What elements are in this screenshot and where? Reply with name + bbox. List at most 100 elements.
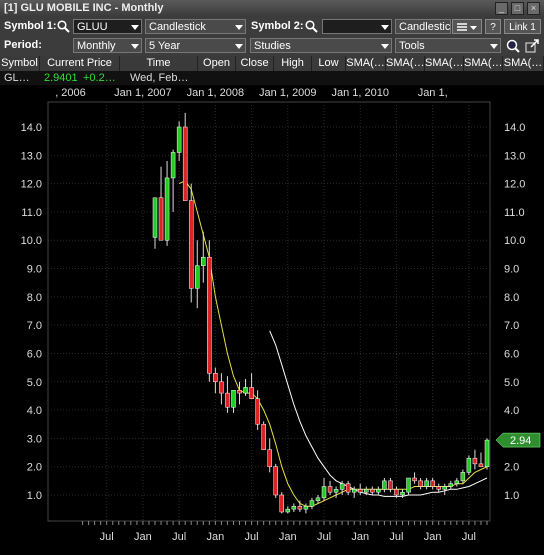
current-price-label: 2.94 <box>510 435 531 447</box>
link-button[interactable]: Link 1 <box>504 19 541 34</box>
top-axis-tick-label: Jan 1, <box>418 87 448 99</box>
candle-body <box>219 381 224 394</box>
maximize-icon[interactable]: □ <box>511 2 524 15</box>
candle-body <box>261 423 266 450</box>
row-time: Wed, Feb… <box>130 72 189 84</box>
candlestick-chart[interactable]: , 2006 Jan 1, 2007 Jan 1, 2008 Jan 1, 2009 J… <box>0 86 544 552</box>
tools-select[interactable]: Tools <box>395 38 501 53</box>
candle-body <box>454 480 460 484</box>
chart-type-select[interactable]: Candlestick <box>145 19 246 34</box>
column-header[interactable]: Open <box>198 56 236 71</box>
candle-body <box>472 457 478 465</box>
y-axis-tick-label-right: 4.0 <box>504 405 519 417</box>
candle-body <box>370 489 375 493</box>
chart-style-button[interactable] <box>452 19 482 34</box>
y-axis-tick-label-right: 2.0 <box>504 462 519 474</box>
y-axis-tick-label-left: 3.0 <box>27 433 42 445</box>
column-header[interactable]: SMA(… <box>425 56 464 71</box>
column-header[interactable]: Current Price <box>40 56 120 71</box>
candle-body <box>345 483 351 493</box>
chart-type2-value: Candlestic <box>399 21 451 33</box>
y-axis-tick-label-left: 7.0 <box>27 320 42 332</box>
column-header[interactable]: SMA(… <box>503 56 544 71</box>
column-header[interactable]: Symbol <box>0 56 40 71</box>
candle-body <box>231 390 236 408</box>
bottom-axis-tick-label: Jul <box>389 531 403 543</box>
studies-value: Studies <box>254 40 291 52</box>
y-axis-tick-label-right: 9.0 <box>504 264 519 276</box>
candle-body <box>164 177 170 241</box>
y-axis-tick-label-right: 6.0 <box>504 348 519 360</box>
candle-body <box>388 480 393 490</box>
symbol1-input[interactable]: GLUU <box>73 19 142 34</box>
candle-body <box>249 387 254 400</box>
search-icon[interactable] <box>57 20 70 36</box>
top-axis-tick-label: Jan 1, 2010 <box>331 87 389 99</box>
chevron-down-icon <box>490 44 498 49</box>
candle-body <box>182 126 188 201</box>
candle-body <box>303 506 309 510</box>
search-icon[interactable] <box>305 20 318 36</box>
chart-type2-select[interactable]: Candlestic <box>395 19 451 34</box>
minimize-icon[interactable]: _ <box>495 2 508 15</box>
help-button[interactable]: ? <box>485 19 501 34</box>
y-axis-tick-label-left: 9.0 <box>27 264 42 276</box>
column-header[interactable]: SMA(… <box>346 56 386 71</box>
y-axis-tick-label-left: 4.0 <box>27 405 42 417</box>
column-header[interactable]: SMA(… <box>464 56 503 71</box>
symbol2-input[interactable] <box>322 19 392 34</box>
column-header[interactable]: Close <box>236 56 274 71</box>
bottom-axis-tick-label: Jan <box>206 531 224 543</box>
quote-table-row[interactable]: GL… 2.9401 +0.2… Wed, Feb… <box>0 71 544 85</box>
bottom-axis-tick-label: Jul <box>172 531 186 543</box>
bottom-axis-tick-label: Jul <box>317 531 331 543</box>
column-header[interactable]: Time <box>120 56 198 71</box>
bottom-axis-tick-label: Jul <box>100 531 114 543</box>
candle-body <box>207 256 212 374</box>
zoom-icon[interactable] <box>506 39 520 56</box>
bottom-axis-tick-label: Jan <box>279 531 297 543</box>
close-icon[interactable]: × <box>527 2 540 15</box>
y-axis-tick-label-right: 1.0 <box>504 490 519 502</box>
candle-body <box>291 506 297 510</box>
candle-body <box>333 489 339 493</box>
candle-body <box>382 480 387 490</box>
candle-body <box>448 483 454 487</box>
y-axis-tick-label-left: 5.0 <box>27 377 42 389</box>
y-axis-tick-label-left: 14.0 <box>21 122 42 134</box>
y-axis-tick-label-right: 8.0 <box>504 292 519 304</box>
y-axis-tick-label-right: 12.0 <box>504 179 525 191</box>
column-header[interactable]: High <box>274 56 312 71</box>
candle-body <box>195 265 200 289</box>
window-titlebar: [1] GLU MOBILE INC - Monthly _ □ × <box>0 0 544 18</box>
candle-body <box>351 489 357 493</box>
candle-body <box>315 497 321 501</box>
chevron-down-icon <box>131 44 139 49</box>
chevron-down-icon <box>235 44 243 49</box>
candle-body <box>188 200 194 289</box>
popout-icon[interactable] <box>525 39 540 56</box>
window-title: [1] GLU MOBILE INC - Monthly <box>4 2 164 14</box>
candle-body <box>394 489 399 496</box>
y-axis-tick-label-left: 11.0 <box>21 207 42 219</box>
candle-body <box>273 466 278 496</box>
candle-body <box>267 449 272 467</box>
column-header[interactable]: Low <box>312 56 346 71</box>
range-select[interactable]: 5 Year <box>145 38 246 53</box>
candle-body <box>484 439 490 467</box>
y-axis-tick-label-left: 12.0 <box>21 179 42 191</box>
price-chart[interactable]: , 2006 Jan 1, 2007 Jan 1, 2008 Jan 1, 2009 J… <box>0 86 544 552</box>
tools-value: Tools <box>399 40 425 52</box>
y-axis-tick-label-left: 13.0 <box>21 150 42 162</box>
candle-body <box>357 489 363 493</box>
y-axis-tick-label-left: 10.0 <box>21 235 42 247</box>
candle-body <box>237 390 242 394</box>
period-select[interactable]: Monthly <box>73 38 142 53</box>
y-axis-tick-label-right: 13.0 <box>504 150 525 162</box>
studies-select[interactable]: Studies <box>250 38 392 53</box>
top-axis-tick-label: Jan 1, 2008 <box>187 87 245 99</box>
y-axis-tick-label-right: 5.0 <box>504 377 519 389</box>
bottom-axis-tick-label: Jan <box>134 531 152 543</box>
column-header[interactable]: SMA(… <box>386 56 425 71</box>
candle-body <box>460 472 466 482</box>
